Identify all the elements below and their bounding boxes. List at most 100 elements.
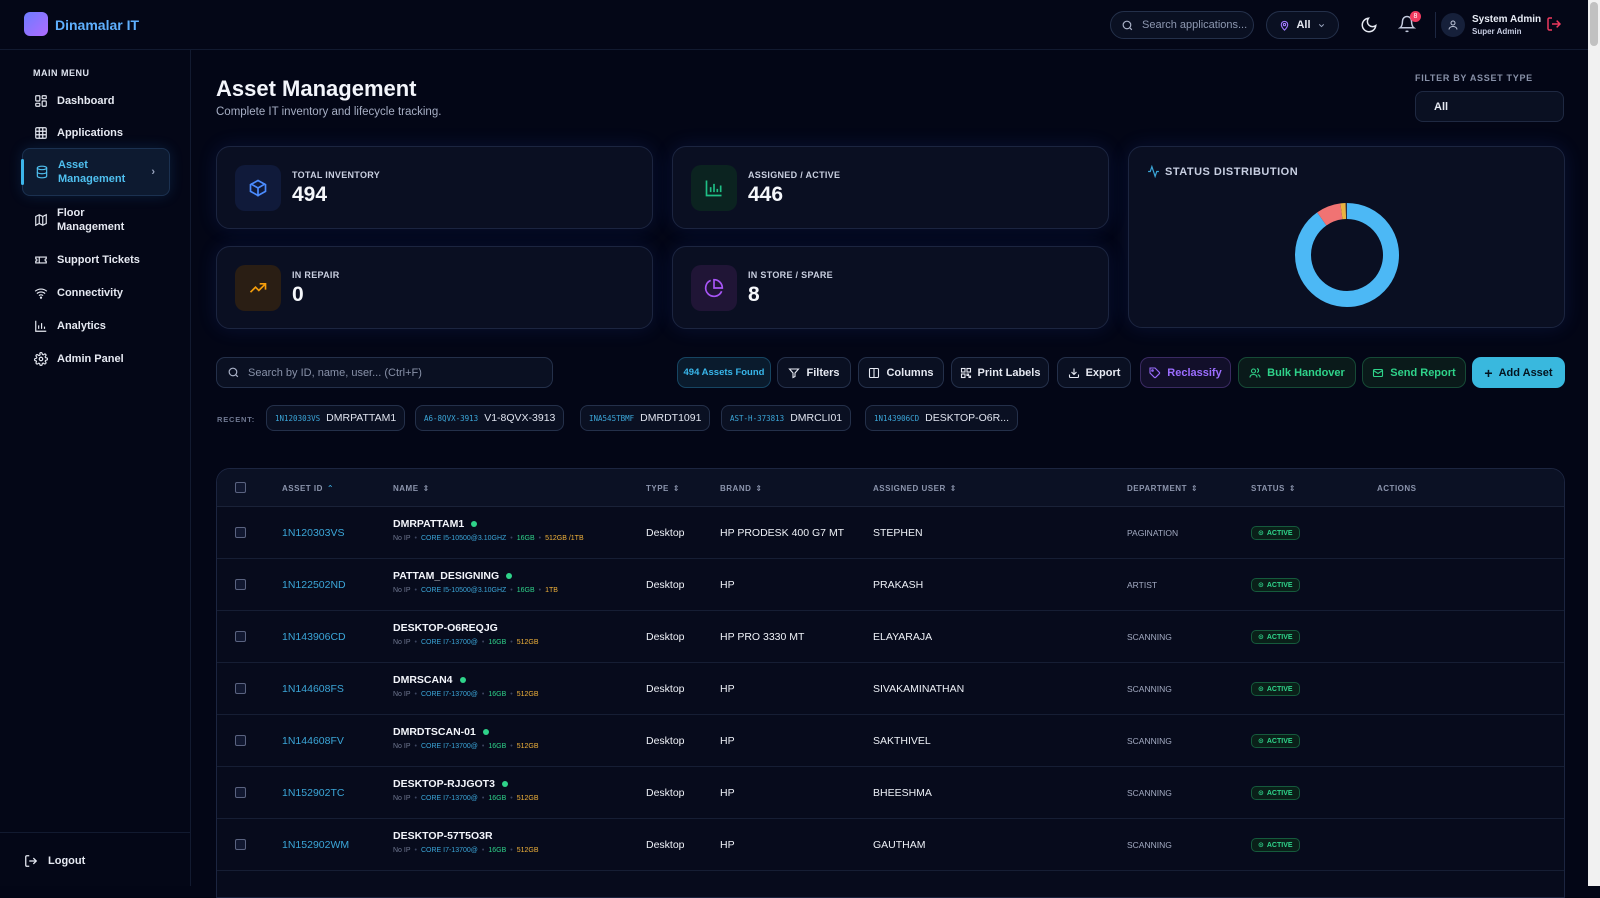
column-type[interactable]: TYPE⇕ <box>646 484 680 493</box>
disk-text: 512GB <box>517 743 539 750</box>
asset-id-link[interactable]: 1N143906CD <box>282 631 346 643</box>
check-circle-icon: ⊙ <box>1258 529 1264 537</box>
sign-out-icon <box>24 854 38 868</box>
asset-id-link[interactable]: 1N122502ND <box>282 579 346 591</box>
table-row[interactable]: 1N144608FSDMRSCAN4No IP•CORE I7-13700@•1… <box>217 663 1564 715</box>
stat-card-in-repair: IN REPAIR 0 <box>216 246 653 329</box>
sidebar-item-applications[interactable]: Applications <box>22 118 170 148</box>
column-name[interactable]: NAME⇕ <box>393 484 430 493</box>
sidebar-item-connectivity[interactable]: Connectivity <box>22 278 170 308</box>
box-icon <box>235 165 281 211</box>
asset-search-input[interactable]: Search by ID, name, user... (Ctrl+F) <box>216 357 553 388</box>
sidebar-item-floor-management[interactable]: Floor Management <box>22 204 170 236</box>
app-logo[interactable] <box>24 12 48 36</box>
asset-type: Desktop <box>646 631 685 643</box>
column-status[interactable]: STATUS⇕ <box>1251 484 1296 493</box>
status-text: ACTIVE <box>1267 582 1293 589</box>
table-row[interactable]: 1N144608FVDMRDTSCAN-01No IP•CORE I7-1370… <box>217 715 1564 767</box>
status-badge: ⊙ACTIVE <box>1251 682 1300 696</box>
sidebar-item-admin-panel[interactable]: Admin Panel <box>22 344 170 374</box>
table-row[interactable]: 1N122502NDPATTAM_DESIGNINGNo IP•CORE I5-… <box>217 559 1564 611</box>
cpu-text: CORE I7-13700@ <box>421 691 478 698</box>
asset-id-link[interactable]: 1N144608FS <box>282 683 344 695</box>
logout-button[interactable]: Logout <box>24 854 85 868</box>
recent-chip[interactable]: A6-8QVX-3913 V1-8QVX-3913 <box>415 405 564 431</box>
sidebar-item-label: Support Tickets <box>57 253 140 267</box>
trending-up-icon <box>235 265 281 311</box>
status-badge: ⊙ACTIVE <box>1251 734 1300 748</box>
page-scrollbar[interactable] <box>1588 0 1600 886</box>
sidebar-item-label: Connectivity <box>57 286 123 300</box>
row-checkbox[interactable] <box>235 631 246 642</box>
asset-type-filter-select[interactable]: All <box>1415 91 1564 122</box>
asset-id-link[interactable]: 1N144608FV <box>282 735 344 747</box>
donut-slice-other[interactable] <box>1322 211 1342 219</box>
columns-button[interactable]: Columns <box>858 357 944 388</box>
sidebar-item-asset-management[interactable]: Asset Management › <box>22 148 170 196</box>
sidebar-item-dashboard[interactable]: Dashboard <box>22 86 170 116</box>
sidebar-item-support-tickets[interactable]: Support Tickets <box>22 245 170 275</box>
sidebar-item-label: Admin Panel <box>57 352 124 366</box>
print-labels-button[interactable]: Print Labels <box>951 357 1049 388</box>
recent-chip[interactable]: 1N120303VS DMRPATTAM1 <box>266 405 405 431</box>
recent-chip[interactable]: 1N143906CD DESKTOP-O6R... <box>865 405 1018 431</box>
row-checkbox[interactable] <box>235 735 246 746</box>
reclassify-button[interactable]: Reclassify <box>1140 357 1231 388</box>
table-row[interactable]: 1N152902WMDESKTOP-57T5O3RNo IP•CORE I7-1… <box>217 819 1564 871</box>
column-label: ACTIONS <box>1377 484 1417 493</box>
location-selector[interactable]: All <box>1266 11 1339 39</box>
sort-asc-icon: ⌃ <box>327 484 334 493</box>
column-department[interactable]: DEPARTMENT⇕ <box>1127 484 1198 493</box>
column-label: NAME <box>393 484 419 493</box>
cpu-text: CORE I7-13700@ <box>421 743 478 750</box>
row-checkbox[interactable] <box>235 839 246 850</box>
activity-icon <box>1147 165 1160 178</box>
asset-id-link[interactable]: 1N152902TC <box>282 787 344 799</box>
user-name: System Admin <box>1472 14 1541 25</box>
column-label: STATUS <box>1251 484 1285 493</box>
column-brand[interactable]: BRAND⇕ <box>720 484 763 493</box>
asset-id-link[interactable]: 1N120303VS <box>282 527 344 539</box>
export-button[interactable]: Export <box>1057 357 1131 388</box>
add-asset-label: Add Asset <box>1499 367 1553 379</box>
row-checkbox[interactable] <box>235 527 246 538</box>
avatar[interactable] <box>1441 13 1465 37</box>
stat-label: TOTAL INVENTORY <box>292 170 380 180</box>
search-icon <box>227 366 240 379</box>
disk-text: 512GB /1TB <box>545 535 584 542</box>
recent-chip[interactable]: INA545TBMF DMRDT1091 <box>580 405 710 431</box>
recent-chip[interactable]: AST-H-373813 DMRCLI01 <box>721 405 851 431</box>
table-row[interactable]: 1N143906CDDESKTOP-O6REQJGNo IP•CORE I7-1… <box>217 611 1564 663</box>
column-asset-id[interactable]: ASSET ID⌃ <box>282 484 334 493</box>
sidebar-item-label: Asset Management <box>58 158 138 186</box>
select-all-checkbox[interactable] <box>235 482 246 493</box>
row-checkbox[interactable] <box>235 579 246 590</box>
asset-brand: HP <box>720 579 735 591</box>
app-search-input[interactable]: Search applications... <box>1110 11 1254 39</box>
asset-name: DMRPATTAM1 <box>393 518 477 530</box>
recent-chip-name: DMRPATTAM1 <box>326 412 396 424</box>
filters-button[interactable]: Filters <box>777 357 851 388</box>
add-asset-button[interactable]: + Add Asset <box>1472 357 1565 388</box>
column-assigned-user[interactable]: ASSIGNED USER⇕ <box>873 484 957 493</box>
send-report-button[interactable]: Send Report <box>1362 357 1466 388</box>
sign-out-icon[interactable] <box>1546 16 1562 32</box>
asset-id-link[interactable]: 1N152902WM <box>282 839 349 851</box>
status-donut-chart[interactable] <box>1287 195 1407 315</box>
page-title: Asset Management <box>216 76 417 102</box>
app-name[interactable]: Dinamalar IT <box>55 17 139 33</box>
table-row[interactable]: 1N152902TCDESKTOP-RJJGOT3No IP•CORE I7-1… <box>217 767 1564 819</box>
page-scrollbar-thumb[interactable] <box>1590 2 1598 46</box>
bulk-handover-button[interactable]: Bulk Handover <box>1238 357 1356 388</box>
table-row[interactable]: 1N120303VSDMRPATTAM1No IP•CORE I5-10500@… <box>217 507 1564 559</box>
row-checkbox[interactable] <box>235 787 246 798</box>
sidebar-item-analytics[interactable]: Analytics <box>22 311 170 341</box>
moon-icon[interactable] <box>1360 16 1378 34</box>
sidebar-item-label: Floor Management <box>57 206 137 234</box>
notification-badge: 8 <box>1410 11 1421 22</box>
status-text: ACTIVE <box>1267 634 1293 641</box>
sidebar-item-label: Applications <box>57 126 123 140</box>
donut-slice-active[interactable] <box>1303 211 1391 299</box>
bulk-handover-label: Bulk Handover <box>1267 367 1345 379</box>
row-checkbox[interactable] <box>235 683 246 694</box>
